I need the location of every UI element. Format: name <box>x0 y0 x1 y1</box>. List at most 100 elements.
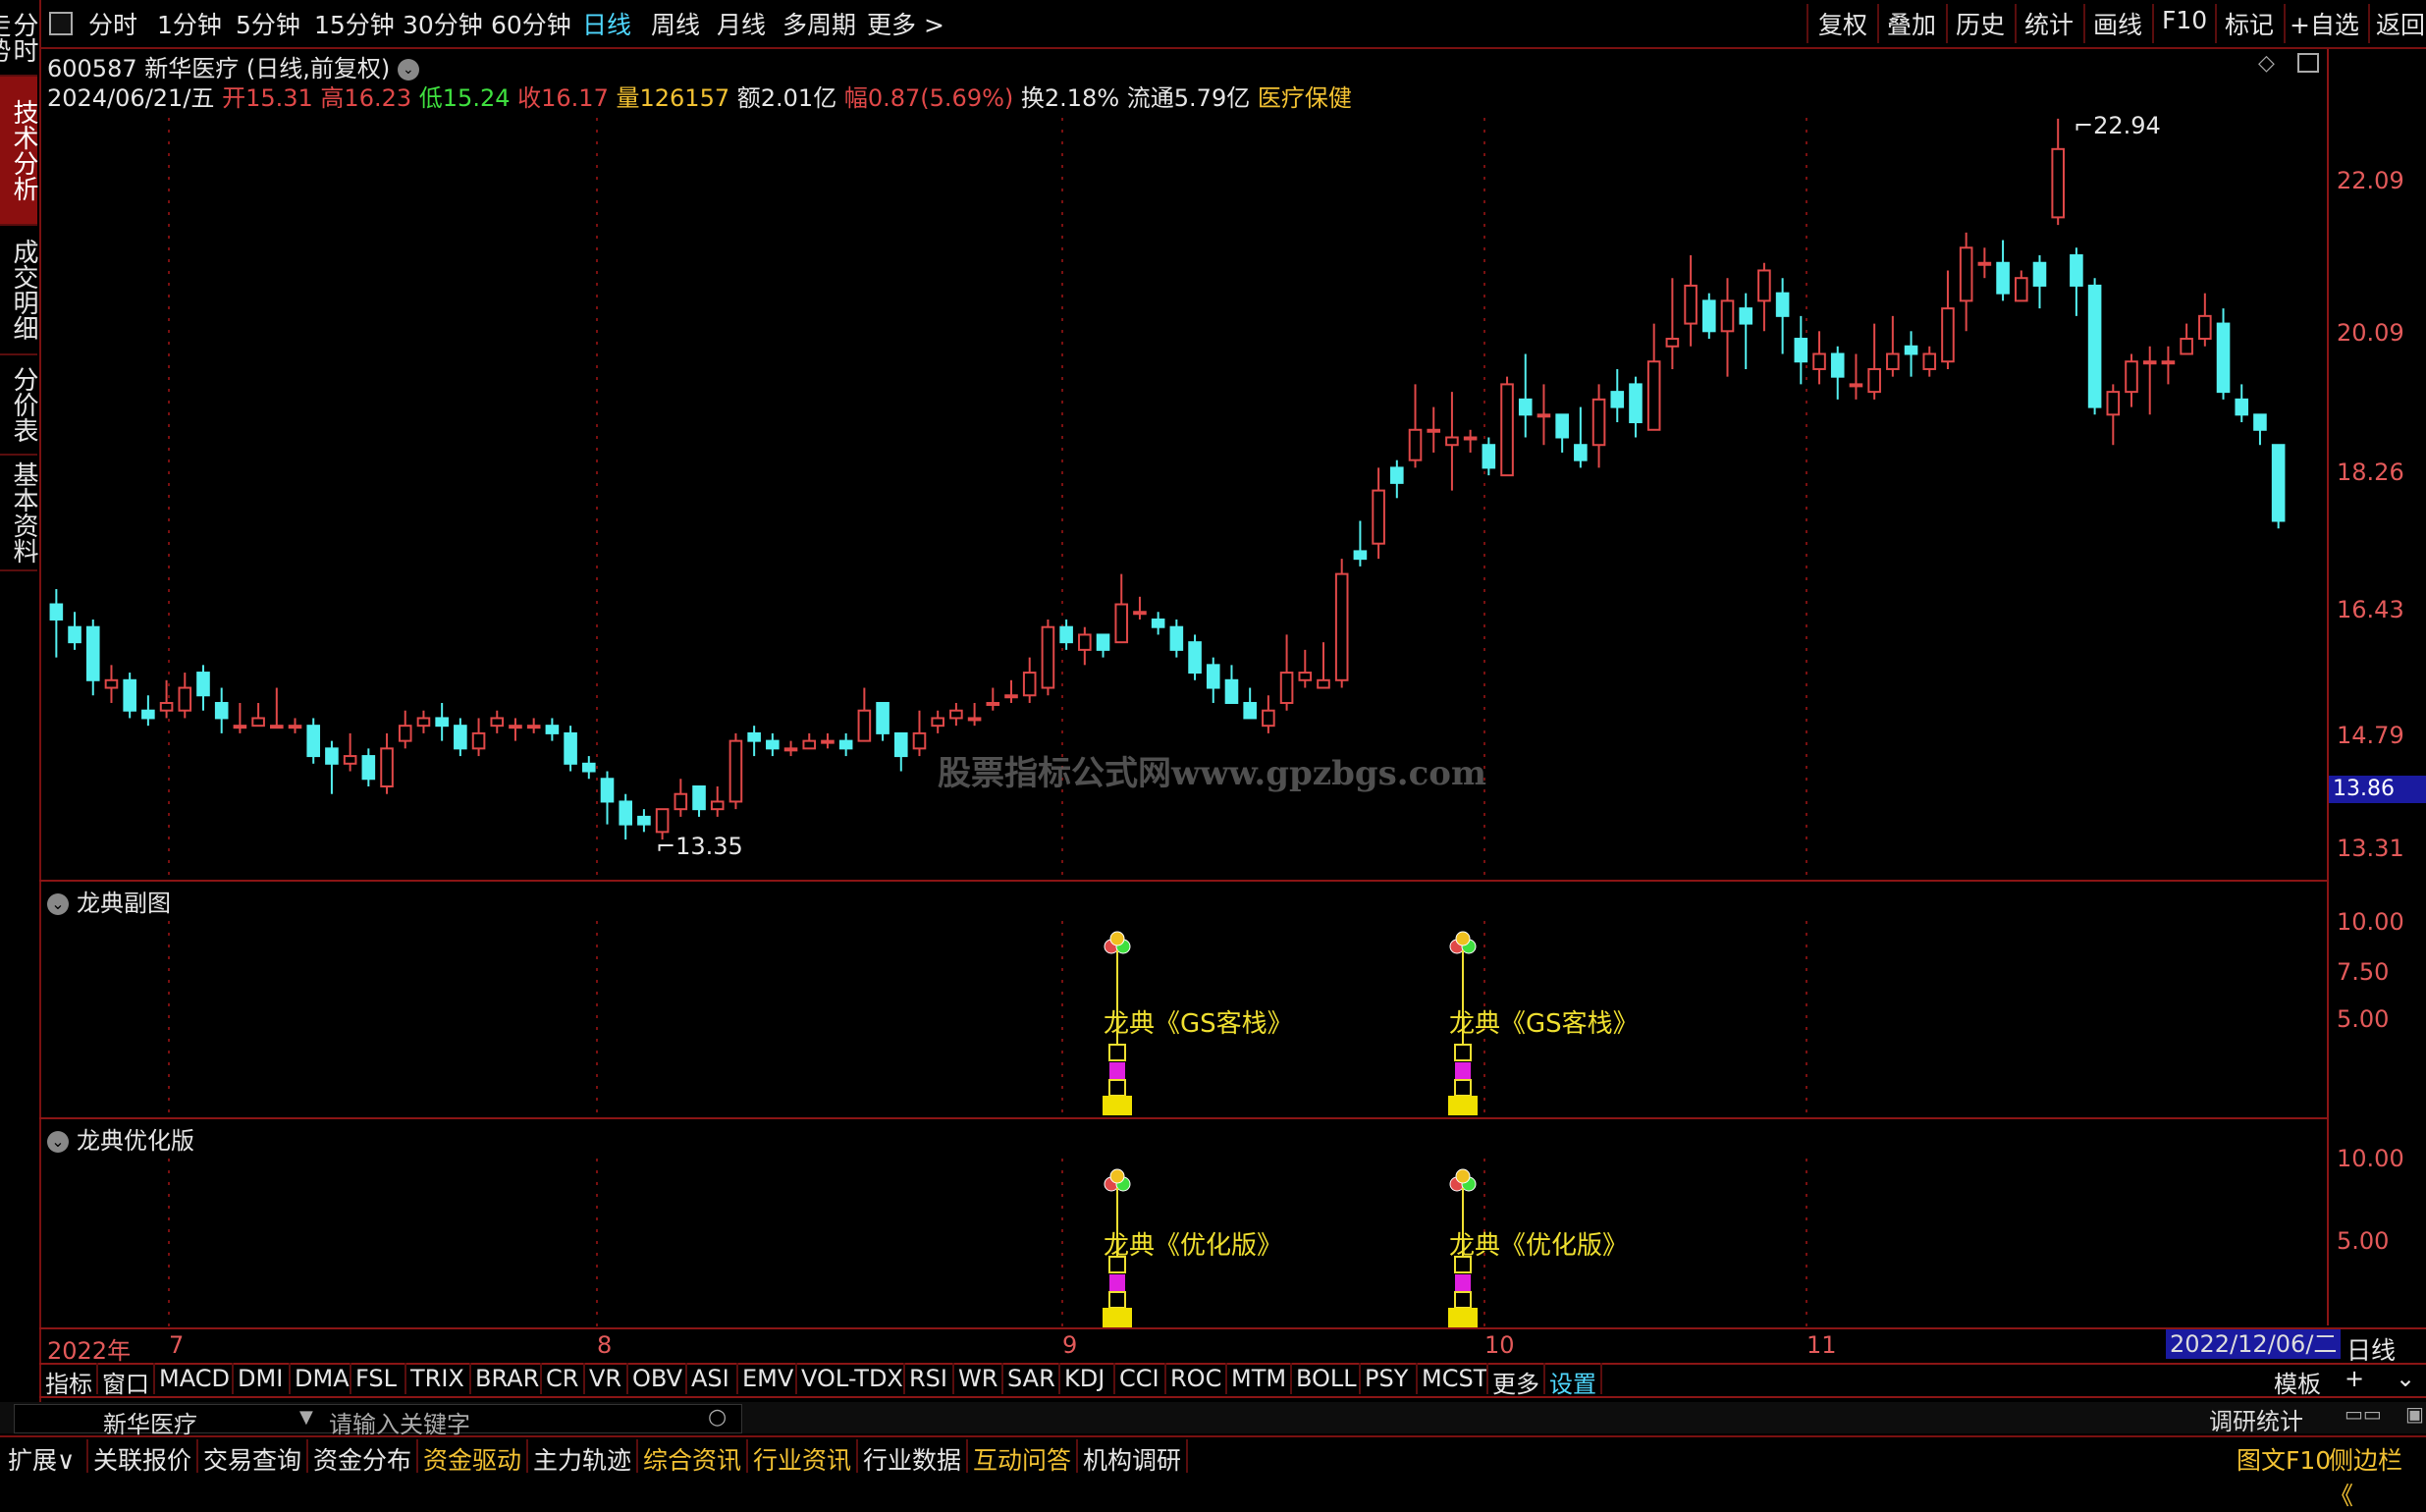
period-tab-30min[interactable]: 30分钟 <box>403 6 483 41</box>
indicator-tab-dma[interactable]: DMA <box>295 1365 350 1392</box>
period-tab-1min[interactable]: 1分钟 <box>157 6 222 41</box>
research-stats[interactable]: 调研统计 <box>2209 1402 2303 1436</box>
stats-button[interactable]: 统计 <box>2024 6 2074 41</box>
candle-body <box>1591 398 1606 447</box>
template-button[interactable]: 模板 <box>2274 1365 2321 1399</box>
indicator-tab-trix[interactable]: TRIX <box>410 1365 464 1392</box>
candle-body <box>783 747 798 752</box>
indicator-tab-cci[interactable]: CCI <box>1119 1365 1159 1392</box>
candle-body <box>619 800 633 826</box>
candle-body <box>564 731 577 765</box>
chevron-down-icon[interactable]: ⌄ <box>2396 1365 2415 1392</box>
candle-body <box>1574 444 1588 461</box>
indicator-tab-roc[interactable]: ROC <box>1170 1365 1221 1392</box>
candle-body <box>1169 625 1184 651</box>
period-tab-monthly[interactable]: 月线 <box>717 6 766 41</box>
candle-body <box>2051 147 2065 219</box>
panel-1-signal-label: 龙典《GS客栈》 <box>1104 1009 1293 1039</box>
candle-body <box>1298 672 1313 681</box>
sidebar-toggle-button[interactable]: 侧边栏《 <box>2329 1441 2426 1512</box>
panel-1-chart[interactable] <box>39 882 2327 1117</box>
candle-body <box>1518 398 1533 416</box>
adjust-button[interactable]: 复权 <box>1818 6 1867 41</box>
layout-icon[interactable]: ▭▭ <box>2345 1402 2382 1426</box>
candle-body <box>1151 618 1165 628</box>
indicator-tab-obv[interactable]: OBV <box>632 1365 682 1392</box>
indicator-tab-psy[interactable]: PSY <box>1365 1365 1408 1392</box>
indicator-tab-vr[interactable]: VR <box>589 1365 621 1392</box>
toggle-checkbox[interactable] <box>49 12 73 35</box>
candle-body <box>1701 299 1716 333</box>
panel-2-chart[interactable] <box>39 1119 2327 1327</box>
candle-body <box>1629 383 1643 424</box>
period-tab-15min[interactable]: 15分钟 <box>314 6 395 41</box>
tab-trade-details[interactable]: 成交明细 <box>0 226 38 355</box>
candle-body <box>1941 307 1955 363</box>
indicator-tab-cr[interactable]: CR <box>546 1365 578 1392</box>
candle-body <box>1022 672 1037 697</box>
indicator-tab-emv[interactable]: EMV <box>742 1365 793 1392</box>
indicator-tab-窗口[interactable]: 窗口 <box>102 1365 149 1399</box>
candle-body <box>490 717 505 728</box>
indicator-tab-设置[interactable]: 设置 <box>1549 1365 1596 1399</box>
add-watchlist-button[interactable]: +自选 <box>2290 6 2359 41</box>
indicator-tab-boll[interactable]: BOLL <box>1296 1365 1357 1392</box>
indicator-tab-wr[interactable]: WR <box>958 1365 997 1392</box>
indicator-tab-指标[interactable]: 指标 <box>45 1365 92 1399</box>
candle-body <box>1334 572 1349 681</box>
tab-price-table[interactable]: 分价表 <box>0 355 38 456</box>
period-tab-daily[interactable]: 日线 <box>582 6 631 41</box>
search-box[interactable]: 新华医疗 ▼ 请输入关键字 ○ <box>14 1404 742 1438</box>
search-icon[interactable]: ○ <box>708 1405 727 1430</box>
period-tab-60min[interactable]: 60分钟 <box>491 6 571 41</box>
candle-body <box>1757 269 1771 302</box>
tab-time-sharing[interactable]: 分时走势 <box>0 0 38 77</box>
period-tab-fenshi[interactable]: 分时 <box>88 6 137 41</box>
y-tick-label: 14.79 <box>2337 722 2404 749</box>
caret-down-icon[interactable]: ▼ <box>299 1407 313 1428</box>
period-tab-more[interactable]: 更多 > <box>867 6 944 41</box>
tab-technical-analysis[interactable]: 技术分析 <box>0 77 38 226</box>
draw-line-button[interactable]: 画线 <box>2093 6 2142 41</box>
candle-body <box>141 709 155 720</box>
indicator-tab-mcst[interactable]: MCST <box>1422 1365 1487 1392</box>
indicator-tab-更多[interactable]: 更多 <box>1492 1365 1539 1399</box>
tab-separator <box>1486 1363 1488 1394</box>
candle-body <box>1353 550 1368 561</box>
back-button[interactable]: 返回 <box>2376 6 2425 41</box>
indicator-tab-rsi[interactable]: RSI <box>909 1365 947 1392</box>
history-button[interactable]: 历史 <box>1956 6 2005 41</box>
indicator-tab-asi[interactable]: ASI <box>691 1365 729 1392</box>
add-indicator-button[interactable]: + <box>2345 1365 2364 1392</box>
indicator-tab-vol-tdx[interactable]: VOL-TDX <box>801 1365 903 1392</box>
period-tab-weekly[interactable]: 周线 <box>651 6 700 41</box>
candle-body <box>214 701 229 720</box>
f10-button[interactable]: F10 <box>2162 6 2207 34</box>
candle-body <box>674 792 688 811</box>
tab-separator <box>952 1363 954 1394</box>
overlay-button[interactable]: 叠加 <box>1887 6 1936 41</box>
indicator-tab-kdj[interactable]: KDJ <box>1064 1365 1105 1392</box>
candle-body <box>196 672 210 697</box>
indicator-tab-sar[interactable]: SAR <box>1007 1365 1055 1392</box>
candle-body <box>526 725 541 729</box>
indicator-tab-mtm[interactable]: MTM <box>1231 1365 1286 1392</box>
mark-button[interactable]: 标记 <box>2225 6 2274 41</box>
period-tab-5min[interactable]: 5分钟 <box>236 6 300 41</box>
candle-body <box>361 755 376 781</box>
candle-body <box>1739 307 1753 325</box>
indicator-tab-brar[interactable]: BRAR <box>475 1365 539 1392</box>
tab-separator <box>1600 1363 1602 1394</box>
candle-body <box>1720 299 1735 333</box>
period-tab-multi[interactable]: 多周期 <box>782 6 856 41</box>
indicator-tab-macd[interactable]: MACD <box>159 1365 230 1392</box>
indicator-tab-fsl[interactable]: FSL <box>355 1365 397 1392</box>
indicator-tab-dmi[interactable]: DMI <box>238 1365 283 1392</box>
candle-body <box>1243 701 1257 720</box>
candle-body <box>1886 352 1900 370</box>
search-input[interactable]: 请输入关键字 <box>329 1405 470 1439</box>
tab-basic-info[interactable]: 基本资料 <box>0 456 38 571</box>
candle-body <box>1279 672 1294 704</box>
window-icon[interactable]: ▣ <box>2405 1402 2424 1426</box>
candle-body <box>2180 338 2193 355</box>
